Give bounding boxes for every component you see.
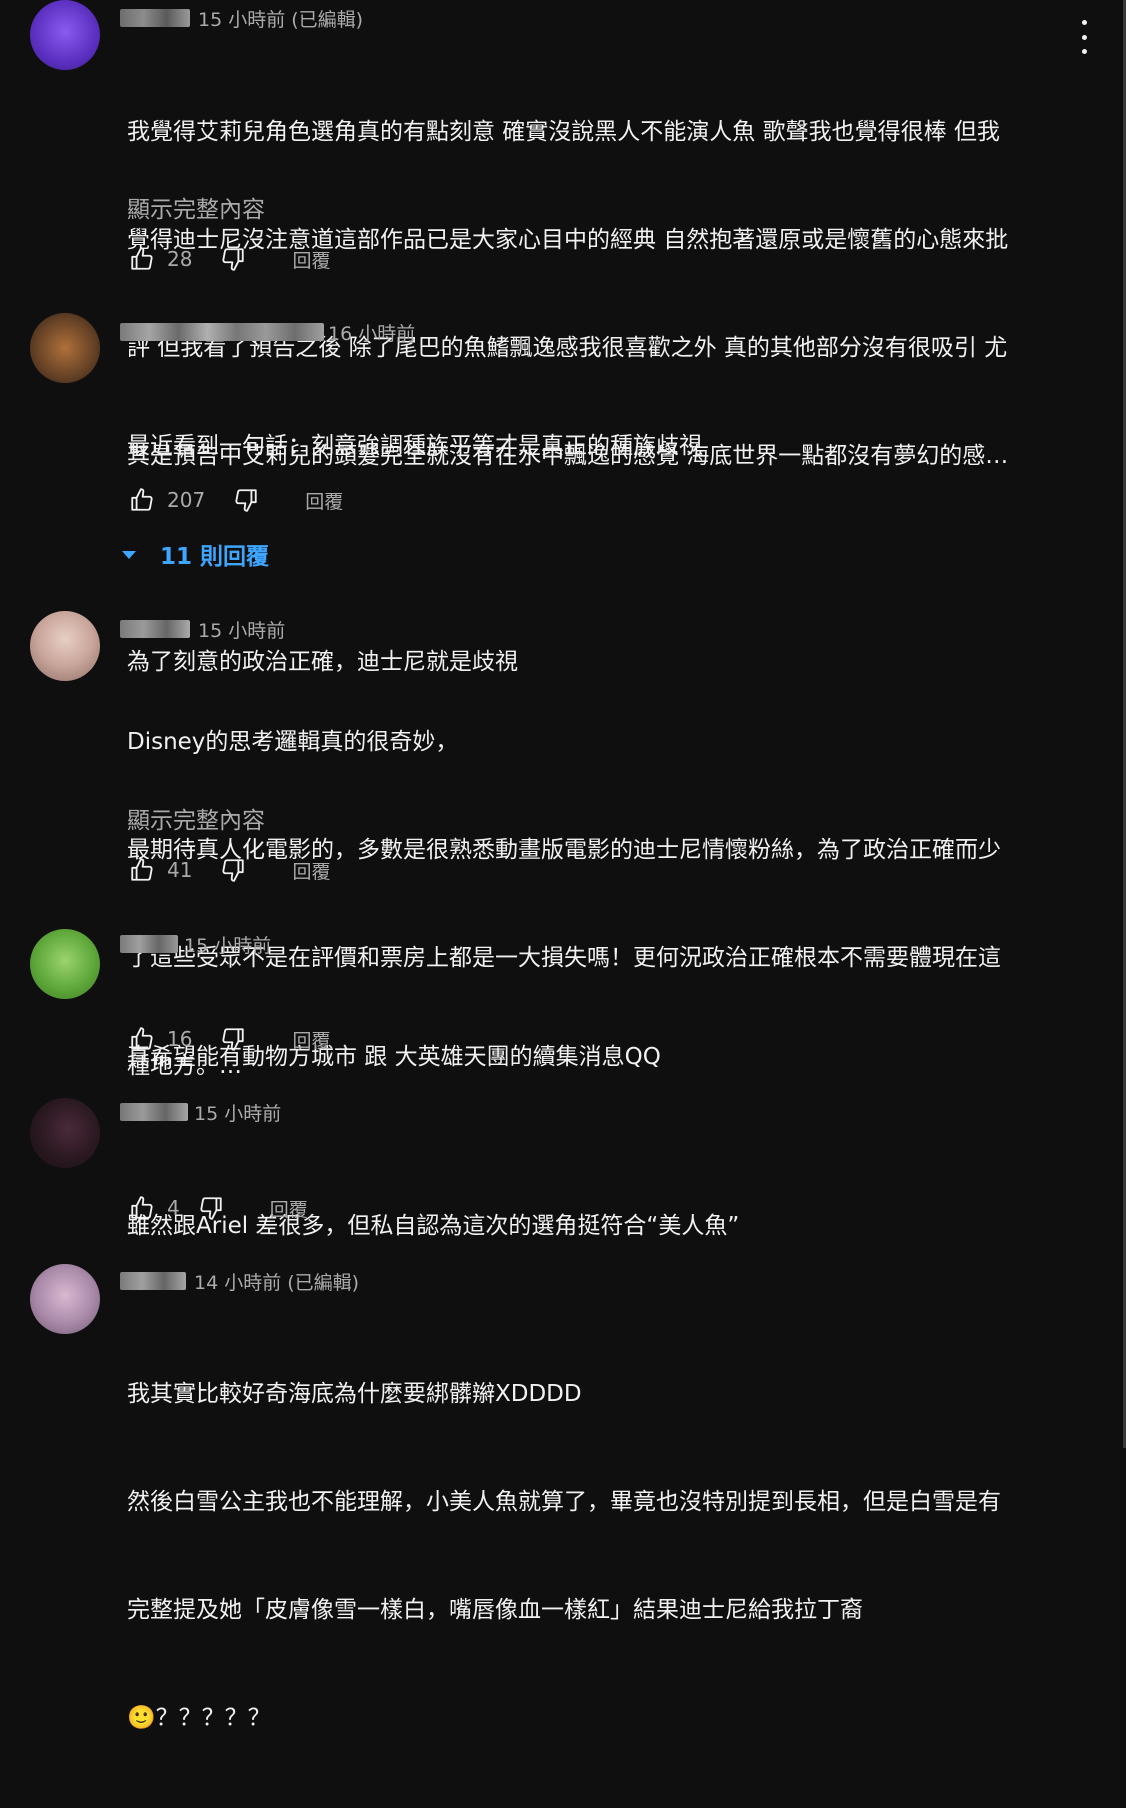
show-more-link[interactable]: 顯示完整內容	[127, 801, 265, 835]
dislike-icon[interactable]	[218, 244, 248, 274]
reply-button[interactable]: 回覆	[305, 487, 343, 514]
like-icon[interactable]	[127, 1024, 157, 1054]
author-name-blurred[interactable]	[120, 323, 324, 341]
reply-button[interactable]: 回覆	[292, 1026, 330, 1053]
reply-button[interactable]: 回覆	[270, 1195, 308, 1222]
caret-down-icon	[120, 541, 138, 567]
dislike-icon[interactable]	[218, 1024, 248, 1054]
reply-button[interactable]: 回覆	[292, 857, 330, 884]
dislike-icon[interactable]	[231, 485, 261, 515]
like-count: 41	[167, 858, 193, 882]
avatar[interactable]	[30, 611, 100, 681]
author-name-blurred[interactable]	[120, 9, 190, 27]
author-name-blurred[interactable]	[120, 1272, 186, 1290]
comment-time: 16 小時前	[328, 322, 416, 345]
avatar[interactable]	[30, 1264, 100, 1334]
avatar[interactable]	[30, 0, 100, 70]
author-name-blurred[interactable]	[120, 1103, 188, 1121]
avatar[interactable]	[30, 313, 100, 383]
like-count: 28	[167, 247, 193, 271]
like-icon[interactable]	[127, 244, 157, 274]
like-count: 4	[167, 1196, 180, 1220]
replies-count: 11 則回覆	[160, 544, 270, 570]
comment-time: 14 小時前 (已編輯)	[194, 1271, 360, 1294]
comment-time: 15 小時前	[198, 619, 286, 642]
like-icon[interactable]	[127, 855, 157, 885]
avatar[interactable]	[30, 929, 100, 999]
like-count: 207	[167, 488, 206, 512]
comment-time: 15 小時前 (已編輯)	[198, 8, 364, 31]
reply-button[interactable]: 回覆	[292, 246, 330, 273]
comment-time: 15 小時前	[184, 934, 272, 957]
avatar[interactable]	[30, 1098, 100, 1168]
author-name-blurred[interactable]	[120, 935, 178, 953]
dislike-icon[interactable]	[218, 855, 248, 885]
show-more-link[interactable]: 顯示完整內容	[127, 190, 265, 224]
comment-text: 我其實比較好奇海底為什麼要綁髒辮XDDDD 然後白雪公主我也不能理解，小美人魚就…	[127, 1381, 1001, 1731]
dislike-icon[interactable]	[196, 1193, 226, 1223]
author-name-blurred[interactable]	[120, 620, 190, 638]
like-icon[interactable]	[127, 1193, 157, 1223]
like-icon[interactable]	[127, 485, 157, 515]
view-replies-button[interactable]: 11 則回覆	[120, 537, 269, 571]
comment-time: 15 小時前	[194, 1102, 282, 1125]
more-vert-icon[interactable]	[1070, 20, 1098, 54]
like-count: 16	[167, 1027, 193, 1051]
